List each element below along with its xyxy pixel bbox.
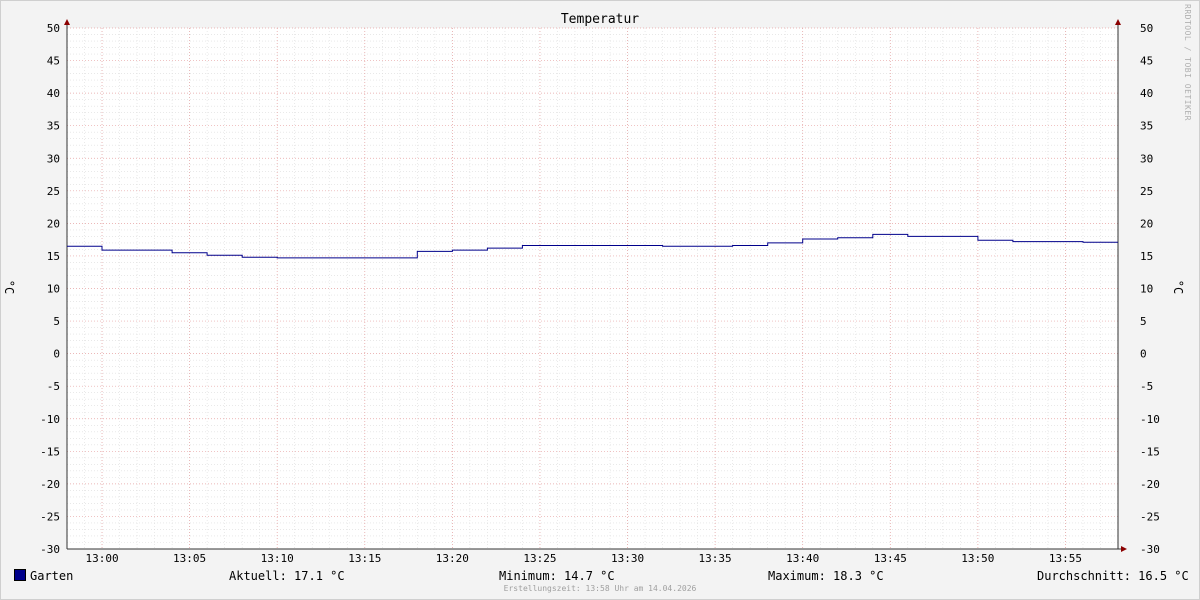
y-tick-label-right: 45 xyxy=(1140,55,1153,68)
chart-title: Temperatur xyxy=(560,12,640,27)
x-axis-arrow xyxy=(1121,546,1127,552)
y-tick-label-right: -20 xyxy=(1140,478,1160,491)
y-tick-label-left: -5 xyxy=(47,380,60,393)
legend-maximum: Maximum: 18.3 °C xyxy=(768,569,884,583)
y-axis-label-right: °C xyxy=(1171,279,1186,295)
x-tick-label: 13:10 xyxy=(261,552,294,565)
x-tick-label: 13:35 xyxy=(699,552,732,565)
legend-minimum: Minimum: 14.7 °C xyxy=(499,569,615,583)
legend-swatch xyxy=(14,569,26,581)
y-tick-label-right: 10 xyxy=(1140,283,1153,296)
y-tick-label-left: 0 xyxy=(53,348,60,361)
y-tick-label-left: -10 xyxy=(40,413,60,426)
y-tick-label-left: 30 xyxy=(47,152,60,165)
x-tick-label: 13:15 xyxy=(348,552,381,565)
y-tick-label-left: 5 xyxy=(53,315,60,328)
x-tick-label: 13:45 xyxy=(874,552,907,565)
y-tick-label-right: 25 xyxy=(1140,185,1153,198)
footer-timestamp: Erstellungszeit: 13:58 Uhr am 14.04.2026 xyxy=(503,584,697,593)
y-tick-label-right: -5 xyxy=(1140,380,1153,393)
y-tick-label-left: -25 xyxy=(40,510,60,523)
y-tick-label-right: 35 xyxy=(1140,120,1153,133)
x-tick-label: 13:20 xyxy=(436,552,469,565)
x-tick-label: 13:00 xyxy=(85,552,118,565)
y-tick-label-right: -30 xyxy=(1140,543,1160,556)
legend-durchschnitt: Durchschnitt: 16.5 °C xyxy=(1037,569,1189,583)
y-tick-label-right: 15 xyxy=(1140,250,1153,263)
y-tick-label-left: 10 xyxy=(47,283,60,296)
x-tick-label: 13:50 xyxy=(961,552,994,565)
y-tick-label-right: 20 xyxy=(1140,217,1153,230)
y-axis-label-left: °C xyxy=(2,279,17,295)
y-tick-label-right: -10 xyxy=(1140,413,1160,426)
watermark: RRDTOOL / TOBI OETIKER xyxy=(1183,4,1192,121)
y-tick-label-right: -25 xyxy=(1140,510,1160,523)
chart-svg: 50 5045 4540 4035 3530 3025 2520 2015 1510 105 50 0… xyxy=(40,19,1160,565)
y-tick-label-right: 40 xyxy=(1140,87,1153,100)
y-tick-label-left: -15 xyxy=(40,445,60,458)
y-tick-label-right: -15 xyxy=(1140,445,1160,458)
y-tick-label-right: 30 xyxy=(1140,152,1153,165)
legend-aktuell: Aktuell: 17.1 °C xyxy=(229,569,345,583)
y-tick-label-left: 20 xyxy=(47,217,60,230)
y-tick-label-left: 35 xyxy=(47,120,60,133)
y-tick-label-left: 25 xyxy=(47,185,60,198)
x-tick-label: 13:25 xyxy=(523,552,556,565)
x-tick-label: 13:55 xyxy=(1049,552,1082,565)
y-tick-label-left: -20 xyxy=(40,478,60,491)
y-tick-label-left: 40 xyxy=(47,87,60,100)
y-tick-label-right: 5 xyxy=(1140,315,1147,328)
legend-series-name: Garten xyxy=(30,569,74,583)
y-tick-label-left: 15 xyxy=(47,250,60,263)
x-tick-label: 13:05 xyxy=(173,552,206,565)
y-tick-label-left: -30 xyxy=(40,543,60,556)
y-tick-label-right: 0 xyxy=(1140,348,1147,361)
x-tick-label: 13:40 xyxy=(786,552,819,565)
y-tick-label-left: 45 xyxy=(47,55,60,68)
x-tick-label: 13:30 xyxy=(611,552,644,565)
